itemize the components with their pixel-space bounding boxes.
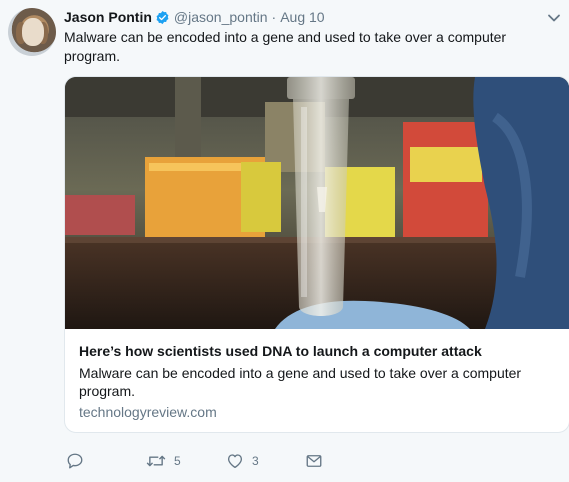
retweet-button[interactable]: 5	[146, 452, 181, 470]
like-count: 3	[252, 454, 259, 468]
author-handle[interactable]: @jason_pontin	[174, 9, 268, 25]
avatar[interactable]	[8, 8, 56, 56]
reply-icon	[66, 452, 84, 470]
tweet-text: Malware can be encoded into a gene and u…	[64, 29, 507, 64]
author-name[interactable]: Jason Pontin	[64, 9, 152, 25]
card-image	[65, 77, 569, 329]
link-card[interactable]: Here’s how scientists used DNA to launch…	[64, 76, 569, 433]
card-body: Here’s how scientists used DNA to launch…	[65, 329, 569, 420]
avatar-face	[22, 18, 44, 46]
tweet-header: Jason Pontin @jason_pontin · Aug 10	[64, 7, 325, 27]
verified-badge-icon	[155, 10, 170, 25]
retweet-icon	[146, 452, 166, 470]
envelope-icon	[305, 452, 323, 470]
separator-dot: ·	[271, 9, 277, 25]
tweet-timestamp[interactable]: Aug 10	[280, 9, 324, 25]
tweet-actions: 5 3	[64, 452, 364, 474]
like-button[interactable]: 3	[226, 452, 259, 470]
card-domain[interactable]: technologyreview.com	[79, 404, 557, 420]
card-description: Malware can be encoded into a gene and u…	[79, 365, 522, 399]
tweet[interactable]: Jason Pontin @jason_pontin · Aug 10 Malw…	[0, 0, 569, 482]
retweet-count: 5	[174, 454, 181, 468]
reply-button[interactable]	[66, 452, 92, 470]
card-title[interactable]: Here’s how scientists used DNA to launch…	[79, 342, 557, 360]
heart-icon	[226, 452, 244, 470]
chevron-down-icon[interactable]	[547, 10, 561, 28]
direct-message-button[interactable]	[305, 452, 323, 470]
